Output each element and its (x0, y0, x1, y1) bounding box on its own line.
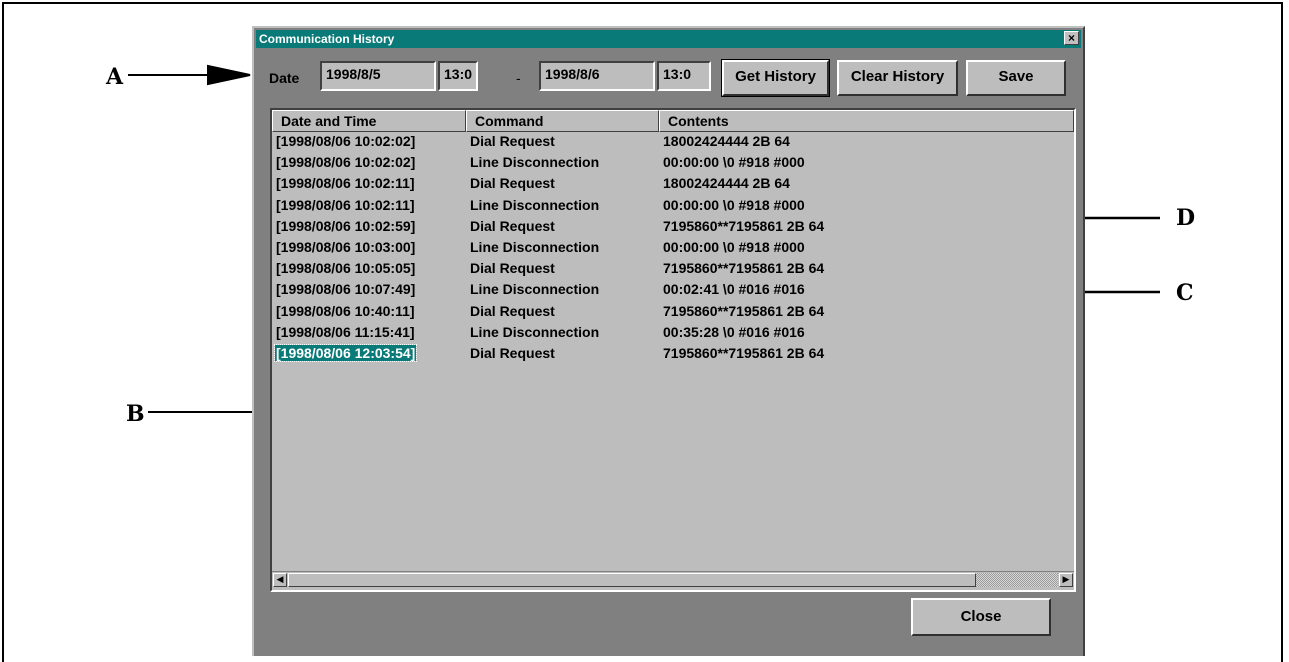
cell-date-time: [1998/08/06 12:03:54] (273, 343, 418, 362)
cell-contents: 18002424444 2B 64 (663, 175, 790, 192)
table-row[interactable]: [1998/08/06 10:05:05] Dial Request 7195860… (272, 259, 1074, 280)
arrow-a (128, 64, 251, 86)
cell-contents: 00:00:00 \0 #918 #000 (663, 196, 805, 213)
from-date-field[interactable]: 1998/8/5 (320, 61, 436, 91)
from-time-field[interactable]: 13:0 (438, 61, 478, 91)
cell-command: Dial Request (470, 133, 555, 149)
column-header-contents[interactable]: Contents (659, 110, 1074, 132)
cell-date-time: [1998/08/06 10:02:02] (276, 154, 416, 171)
save-button[interactable]: Save (966, 60, 1066, 96)
cell-contents: 00:00:00 \0 #918 #000 (663, 238, 805, 255)
table-row[interactable]: [1998/08/06 12:03:54] Dial Request 7195860… (272, 343, 1074, 365)
table-row[interactable]: [1998/08/06 10:02:11] Dial Request 1800242… (272, 174, 1074, 195)
scrollbar-track[interactable] (976, 573, 1058, 587)
title-bar: Communication History × (256, 30, 1081, 48)
cell-date-time: [1998/08/06 10:02:11] (276, 175, 415, 192)
table-row[interactable]: [1998/08/06 10:02:11] Line Disconnection 0… (272, 196, 1074, 217)
cell-contents: 18002424444 2B 64 (663, 133, 790, 149)
cell-contents: 00:35:28 \0 #016 #016 (663, 323, 805, 340)
history-rows: [1998/08/06 10:02:02] Dial Request 1800242… (272, 132, 1074, 365)
cell-contents: 00:02:41 \0 #016 #016 (663, 281, 805, 298)
cell-command: Line Disconnection (470, 323, 600, 340)
column-header-command[interactable]: Command (466, 110, 659, 132)
close-icon[interactable]: × (1064, 31, 1079, 45)
table-row[interactable]: [1998/08/06 11:15:41] Line Disconnection 0… (272, 323, 1074, 344)
cell-contents: 7195860**7195861 2B 64 (663, 302, 825, 319)
cell-date-time: [1998/08/06 10:02:02] (276, 133, 416, 149)
cell-command: Dial Request (470, 260, 555, 277)
get-history-button[interactable]: Get History (721, 59, 830, 97)
table-row[interactable]: [1998/08/06 10:02:02] Dial Request 1800242… (272, 132, 1074, 153)
cell-command: Dial Request (470, 217, 555, 234)
cell-command: Dial Request (470, 302, 555, 319)
to-date-field[interactable]: 1998/8/6 (539, 61, 655, 91)
close-button[interactable]: Close (911, 598, 1051, 636)
cell-command: Line Disconnection (470, 154, 600, 171)
cell-date-time: [1998/08/06 10:02:11] (276, 196, 415, 213)
cell-date-time: [1998/08/06 10:40:11] (276, 302, 415, 319)
date-label: Date (269, 70, 300, 86)
horizontal-scrollbar[interactable]: ◀ ▶ (272, 571, 1074, 590)
cell-command: Dial Request (470, 344, 555, 361)
cell-date-time: [1998/08/06 10:02:59] (276, 217, 416, 234)
cell-contents: 7195860**7195861 2B 64 (663, 217, 825, 234)
communication-history-dialog: Communication History × Date 1998/8/5 13… (252, 26, 1085, 656)
window-title: Communication History (259, 32, 395, 46)
cell-contents: 00:00:00 \0 #918 #000 (663, 154, 805, 171)
table-row[interactable]: [1998/08/06 10:02:02] Line Disconnection 0… (272, 153, 1074, 174)
table-row[interactable]: [1998/08/06 10:07:49] Line Disconnection 0… (272, 280, 1074, 301)
column-header-date-time[interactable]: Date and Time (272, 110, 466, 132)
scroll-left-icon[interactable]: ◀ (273, 573, 287, 587)
to-time-field[interactable]: 13:0 (657, 61, 711, 91)
cell-contents: 7195860**7195861 2B 64 (663, 344, 825, 361)
history-list[interactable]: Date and Time Command Contents [1998/08/… (270, 108, 1076, 592)
table-row[interactable]: [1998/08/06 10:02:59] Dial Request 7195860… (272, 217, 1074, 238)
scrollbar-thumb[interactable] (288, 573, 976, 587)
cell-command: Line Disconnection (470, 281, 600, 298)
table-row[interactable]: [1998/08/06 10:40:11] Dial Request 7195860… (272, 302, 1074, 323)
cell-date-time: [1998/08/06 11:15:41] (276, 323, 415, 340)
range-separator: - (516, 70, 521, 86)
cell-command: Line Disconnection (470, 238, 600, 255)
cell-command: Dial Request (470, 175, 555, 192)
scroll-right-icon[interactable]: ▶ (1059, 573, 1073, 587)
cell-date-time: [1998/08/06 10:05:05] (276, 260, 416, 277)
cell-date-time: [1998/08/06 10:03:00] (276, 238, 416, 255)
table-row[interactable]: [1998/08/06 10:03:00] Line Disconnection 0… (272, 238, 1074, 259)
cell-date-time: [1998/08/06 10:07:49] (276, 281, 416, 298)
cell-command: Line Disconnection (470, 196, 600, 213)
clear-history-button[interactable]: Clear History (837, 60, 958, 96)
cell-contents: 7195860**7195861 2B 64 (663, 260, 825, 277)
